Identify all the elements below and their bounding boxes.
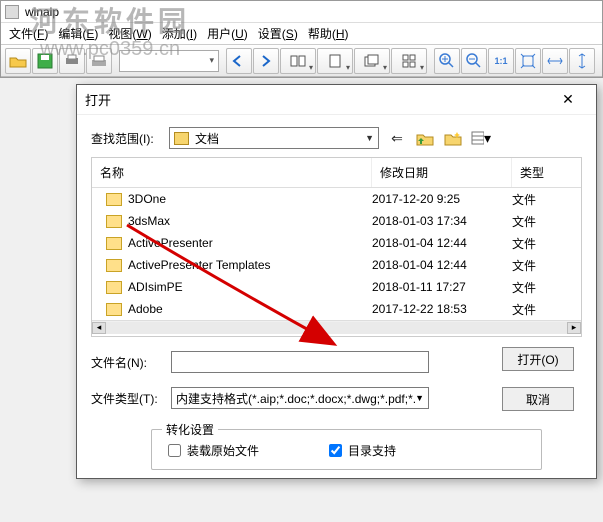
grid-view-button[interactable] bbox=[391, 48, 427, 74]
list-item[interactable]: 3DOne 2017-12-20 9:25文件 bbox=[92, 188, 581, 210]
scroll-left-icon[interactable]: ◂ bbox=[92, 322, 106, 334]
col-type[interactable]: 类型 bbox=[512, 158, 581, 187]
col-date[interactable]: 修改日期 bbox=[372, 158, 512, 187]
main-window: winaip 文件(F) 编辑(E) 视图(W) 添加(I) 用户(U) 设置(… bbox=[0, 0, 603, 78]
filetype-label: 文件类型(T): bbox=[91, 390, 171, 407]
menu-add[interactable]: 添加(I) bbox=[158, 23, 201, 44]
list-item[interactable]: ActivePresenter Templates 2018-01-04 12:4… bbox=[92, 254, 581, 276]
up-folder-icon[interactable] bbox=[415, 128, 435, 148]
fit-page-button[interactable] bbox=[515, 48, 541, 74]
nav-back-button[interactable] bbox=[226, 48, 252, 74]
filename-label: 文件名(N): bbox=[91, 354, 171, 371]
back-icon[interactable]: ⇐ bbox=[387, 128, 407, 148]
cancel-button[interactable]: 取消 bbox=[502, 387, 574, 411]
item-type: 文件 bbox=[512, 235, 581, 252]
file-list: 名称 修改日期 类型 3DOne2017-12-20 9:25文件3dsMax2… bbox=[91, 157, 582, 337]
folder-icon bbox=[106, 259, 122, 272]
folder-icon bbox=[174, 132, 189, 145]
convert-settings-group: 转化设置 装载原始文件 目录支持 bbox=[151, 429, 542, 470]
window-title: winaip bbox=[25, 5, 59, 19]
toolbar-dropdown[interactable] bbox=[119, 50, 219, 72]
load-raw-input[interactable] bbox=[168, 444, 181, 457]
horizontal-scrollbar[interactable]: ◂ ▸ bbox=[92, 320, 581, 334]
zoom-in-button[interactable] bbox=[434, 48, 460, 74]
nav-forward-button[interactable] bbox=[253, 48, 279, 74]
menu-settings[interactable]: 设置(S) bbox=[254, 23, 302, 44]
list-header: 名称 修改日期 类型 bbox=[92, 158, 581, 188]
item-type: 文件 bbox=[512, 213, 581, 230]
scan-button[interactable] bbox=[86, 48, 112, 74]
menu-view[interactable]: 视图(W) bbox=[104, 23, 155, 44]
item-date: 2018-01-04 12:44 bbox=[372, 236, 512, 250]
list-item[interactable]: 3dsMax 2018-01-03 17:34文件 bbox=[92, 210, 581, 232]
item-type: 文件 bbox=[512, 279, 581, 296]
titlebar: winaip bbox=[1, 1, 602, 23]
fit-height-button[interactable] bbox=[569, 48, 595, 74]
item-name: ActivePresenter Templates bbox=[128, 258, 271, 272]
item-type: 文件 bbox=[512, 257, 581, 274]
menu-user[interactable]: 用户(U) bbox=[203, 23, 252, 44]
zoom-out-button[interactable] bbox=[461, 48, 487, 74]
item-date: 2018-01-04 12:44 bbox=[372, 258, 512, 272]
filetype-select[interactable]: 内建支持格式(*.aip;*.doc;*.docx;*.dwg;*.pdf;*.… bbox=[171, 387, 429, 409]
folder-icon bbox=[106, 193, 122, 206]
col-name[interactable]: 名称 bbox=[92, 158, 372, 187]
book-view-button[interactable] bbox=[280, 48, 316, 74]
filetype-value: 内建支持格式(*.aip;*.doc;*.docx;*.dwg;*.pdf;*.… bbox=[176, 390, 415, 407]
item-name: 3DOne bbox=[128, 192, 166, 206]
item-name: 3dsMax bbox=[128, 214, 170, 228]
load-raw-label: 装载原始文件 bbox=[187, 442, 259, 459]
scroll-track[interactable] bbox=[106, 322, 567, 334]
save-button[interactable] bbox=[32, 48, 58, 74]
chevron-down-icon: ▼ bbox=[365, 133, 374, 143]
view-mode-icon[interactable]: ▾ bbox=[471, 128, 491, 148]
item-date: 2017-12-22 18:53 bbox=[372, 302, 512, 316]
dir-support-label: 目录支持 bbox=[348, 442, 396, 459]
folder-icon bbox=[106, 215, 122, 228]
list-item[interactable]: Adobe 2017-12-22 18:53文件 bbox=[92, 298, 581, 320]
close-button[interactable]: ✕ bbox=[548, 86, 588, 114]
menubar: 文件(F) 编辑(E) 视图(W) 添加(I) 用户(U) 设置(S) 帮助(H… bbox=[1, 23, 602, 45]
folder-icon bbox=[106, 281, 122, 294]
folder-icon bbox=[106, 237, 122, 250]
zoom-actual-button[interactable]: 1:1 bbox=[488, 48, 514, 74]
open-button[interactable]: 打开(O) bbox=[502, 347, 574, 371]
filename-input[interactable] bbox=[171, 351, 429, 373]
folder-icon bbox=[106, 303, 122, 316]
new-folder-icon[interactable] bbox=[443, 128, 463, 148]
lookin-select[interactable]: 文档 ▼ bbox=[169, 127, 379, 149]
dir-support-checkbox[interactable]: 目录支持 bbox=[329, 442, 396, 459]
scroll-right-icon[interactable]: ▸ bbox=[567, 322, 581, 334]
item-type: 文件 bbox=[512, 301, 581, 318]
list-item[interactable]: ADIsimPE 2018-01-11 17:27文件 bbox=[92, 276, 581, 298]
open-button[interactable] bbox=[5, 48, 31, 74]
chevron-down-icon: ▼ bbox=[415, 393, 424, 403]
toolbar: 1:1 bbox=[1, 45, 602, 77]
menu-help[interactable]: 帮助(H) bbox=[304, 23, 353, 44]
item-name: ADIsimPE bbox=[128, 280, 183, 294]
item-date: 2017-12-20 9:25 bbox=[372, 192, 512, 206]
page-view-button[interactable] bbox=[317, 48, 353, 74]
lookin-label: 查找范围(I): bbox=[91, 130, 169, 147]
dialog-title: 打开 bbox=[85, 90, 111, 109]
dir-support-input[interactable] bbox=[329, 444, 342, 457]
fit-width-button[interactable] bbox=[542, 48, 568, 74]
item-type: 文件 bbox=[512, 191, 581, 208]
item-date: 2018-01-03 17:34 bbox=[372, 214, 512, 228]
list-item[interactable]: ActivePresenter 2018-01-04 12:44文件 bbox=[92, 232, 581, 254]
item-name: ActivePresenter bbox=[128, 236, 213, 250]
print-button[interactable] bbox=[59, 48, 85, 74]
open-dialog: 打开 ✕ 查找范围(I): 文档 ▼ ⇐ ▾ 名称 修改日期 类型 3DOne 2… bbox=[76, 84, 597, 479]
convert-legend: 转化设置 bbox=[162, 421, 218, 438]
lookin-value: 文档 bbox=[195, 130, 219, 147]
dialog-titlebar: 打开 ✕ bbox=[77, 85, 596, 115]
menu-edit[interactable]: 编辑(E) bbox=[54, 23, 102, 44]
load-raw-checkbox[interactable]: 装载原始文件 bbox=[168, 442, 259, 459]
app-icon bbox=[5, 5, 19, 19]
menu-file[interactable]: 文件(F) bbox=[5, 23, 52, 44]
stack-view-button[interactable] bbox=[354, 48, 390, 74]
item-date: 2018-01-11 17:27 bbox=[372, 280, 512, 294]
item-name: Adobe bbox=[128, 302, 163, 316]
